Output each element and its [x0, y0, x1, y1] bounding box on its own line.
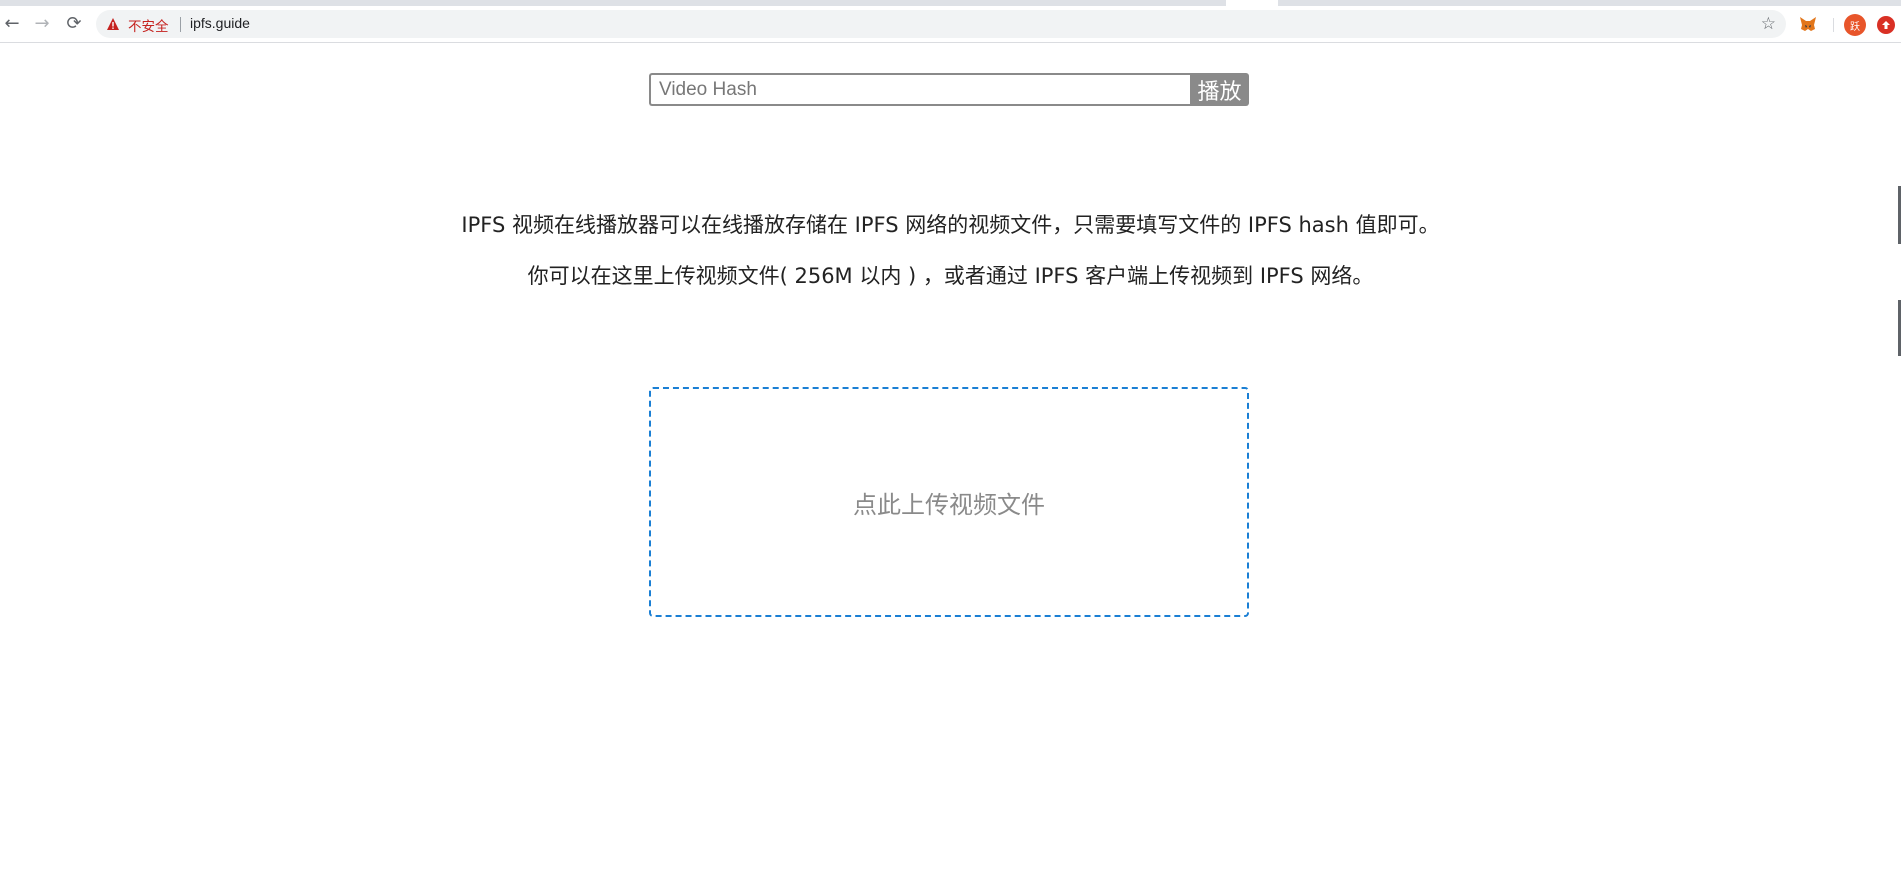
upload-label: 点此上传视频文件 [853, 490, 1045, 519]
avatar-initial: 跃 [1850, 21, 1860, 33]
forward-arrow-icon: → [34, 13, 50, 34]
browser-toolbar: ← → ⟳ 不安全 ipfs.guide ☆ 跃 [0, 6, 1901, 43]
omnibox-divider [180, 17, 181, 32]
arrow-up-icon [1882, 21, 1890, 29]
back-arrow-icon: ← [4, 13, 20, 34]
reload-icon: ⟳ [66, 13, 82, 34]
forward-button[interactable]: → [30, 12, 54, 36]
back-button[interactable]: ← [0, 12, 24, 36]
security-status-label[interactable]: 不安全 [128, 15, 169, 35]
description-line-1: IPFS 视频在线播放器可以在线播放存储在 IPFS 网络的视频文件，只需要填写… [461, 213, 1440, 237]
fox-icon [1800, 17, 1816, 31]
video-hash-form: 播放 [649, 73, 1249, 106]
video-hash-input[interactable] [649, 73, 1190, 106]
toolbar-divider [1833, 18, 1834, 32]
warning-triangle-icon [107, 18, 119, 30]
url-text[interactable]: ipfs.guide [190, 15, 250, 31]
play-button[interactable]: 播放 [1190, 73, 1249, 106]
address-bar[interactable]: 不安全 ipfs.guide ☆ [96, 10, 1786, 38]
metamask-extension-icon[interactable] [1797, 13, 1819, 35]
profile-avatar[interactable]: 跃 [1844, 14, 1866, 36]
reload-button[interactable]: ⟳ [62, 12, 86, 36]
update-button[interactable] [1877, 16, 1895, 34]
upload-dropzone[interactable]: 点此上传视频文件 [649, 387, 1249, 617]
bookmark-star-icon[interactable]: ☆ [1761, 14, 1776, 34]
description-line-2: 你可以在这里上传视频文件( 256M 以内 ) ，或者通过 IPFS 客户端上传… [527, 264, 1374, 288]
